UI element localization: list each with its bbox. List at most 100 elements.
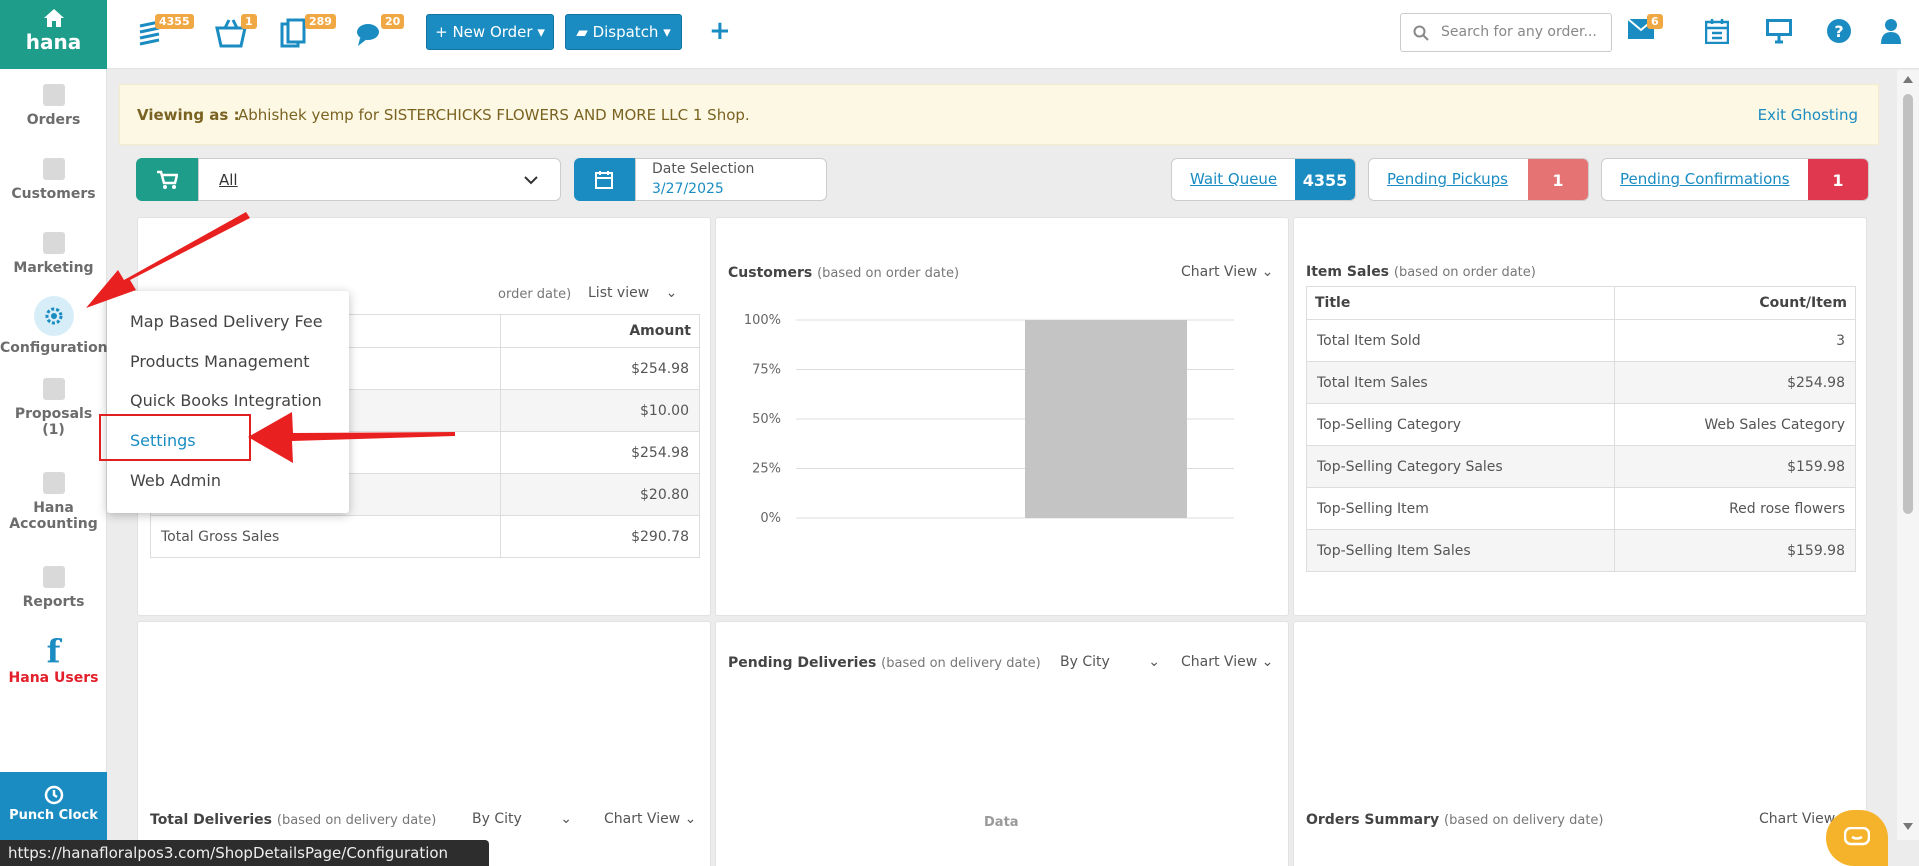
pending-confirmations-count: 1 [1808,159,1868,200]
vertical-scrollbar[interactable] [1897,70,1919,840]
table-row: Top-Selling Item Sales $159.98 [1305,529,1856,572]
exit-ghosting-link[interactable]: Exit Ghosting [1758,106,1858,124]
amount-header: Amount [500,314,700,348]
filter-label: By City [1060,654,1110,670]
sidebar-item-label: Marketing [13,260,94,276]
customers-view-label: Chart View [1181,264,1258,280]
menu-item-products-management[interactable]: Products Management [130,352,310,371]
documents-badge: 289 [305,14,336,29]
table-row: Total Gross Sales $290.78 [149,515,700,558]
pending-pickups-count: 1 [1528,159,1588,200]
sidebar-item-customers[interactable]: Customers [0,158,107,202]
chevron-down-icon: ⌄ [560,811,572,827]
sidebar-item-hana-users[interactable]: f Hana Users [0,635,107,686]
menu-item-web-admin[interactable]: Web Admin [130,471,221,490]
orders-summary-card: Orders Summary (based on delivery date) … [1293,621,1867,866]
sidebar-item-sublabel: Accounting [9,516,98,532]
customers-card: Customers (based on order date) Chart Vi… [715,217,1289,616]
shop-select[interactable]: All [198,158,561,201]
new-order-button[interactable]: + New Order ▾ [426,14,554,50]
item-sales-card: Item Sales (based on order date) Title Co… [1293,217,1867,616]
cart-button[interactable]: 1 [215,14,257,52]
y-tick-label: 75% [752,363,781,378]
menu-item-quick-books-integration[interactable]: Quick Books Integration [130,391,322,410]
pending-pickups-button[interactable]: Pending Pickups 1 [1368,158,1589,201]
dispatch-button[interactable]: ▰ Dispatch ▾ [565,14,682,50]
row-value: Web Sales Category [1614,403,1856,446]
top-bar: 4355 1 289 20 + New Order ▾ ▰ Dispatch ▾… [107,0,1919,69]
sidebar-item-reports[interactable]: Reports [0,566,107,610]
sales-view-dropdown[interactable]: List view ⌄ [588,285,677,301]
row-title: Top-Selling Item Sales [1305,529,1616,572]
logo-home-link[interactable]: hana [0,0,107,69]
chevron-down-icon: ⌄ [1261,264,1274,280]
wait-queue-button[interactable]: Wait Queue 4355 [1171,158,1356,201]
customers-title: Customers (based on order date) [728,265,960,281]
add-icon[interactable]: + [709,16,731,46]
monitor-button[interactable] [1765,18,1799,52]
total-gross-sales-value: $290.78 [500,515,700,558]
item-sales-table: Title Count/Item Total Item Sold 3 Total I… [1305,286,1856,572]
status-bar-url: https://hanafloralpos3.com/ShopDetailsPa… [0,840,489,866]
documents-button[interactable]: 289 [279,14,336,52]
count-header: Count/Item [1614,286,1856,320]
search-input[interactable]: Search for any order... [1400,13,1612,52]
filter-label: By City [472,811,522,827]
table-row: Total Item Sales $254.98 [1305,361,1856,404]
row-value: $159.98 [1614,445,1856,488]
sidebar-item-sublabel: (1) [42,422,65,438]
calendar-button[interactable] [1704,18,1739,52]
customers-icon [42,158,65,180]
sidebar-item-marketing[interactable]: Marketing [0,232,107,276]
table-row: Top-Selling Category Sales $159.98 [1305,445,1856,488]
pending-deliveries-view[interactable]: Chart View ⌄ [1181,654,1273,670]
chevron-down-icon: ⌄ [1148,654,1160,670]
bar[interactable] [1025,320,1187,518]
scroll-up-icon[interactable] [1902,74,1914,84]
home-icon [0,8,107,32]
empty-data-label: Data [984,815,1019,830]
chevron-down-icon: ⌄ [684,811,697,827]
amount-cell: $254.98 [500,431,700,474]
user-button[interactable] [1880,18,1914,52]
chat-icon [1844,827,1870,846]
sidebar-item-configuration[interactable]: Configuration [0,296,108,356]
total-deliveries-filter[interactable]: By City ⌄ [472,811,572,827]
mail-button[interactable]: 6 [1627,14,1663,52]
sidebar-item-orders[interactable]: Orders [0,84,107,128]
scrollbar-thumb[interactable] [1903,94,1913,514]
orders-summary-view[interactable]: Chart View [1759,811,1835,827]
sidebar-item-hana-accounting[interactable]: Hana Accounting [0,472,107,532]
customers-view-dropdown[interactable]: Chart View ⌄ [1181,264,1273,280]
table-row: Top-Selling Item Red rose flowers [1305,487,1856,530]
date-selection-value: 3/27/2025 [652,181,724,197]
scroll-down-icon[interactable] [1902,822,1914,832]
user-icon [1881,19,1901,44]
sidebar-item-label: Customers [11,186,96,202]
punch-clock-button[interactable]: Punch Clock [0,772,107,840]
truck-icon: ▰ [576,23,593,41]
sidebar-item-label: Hana [33,500,74,516]
row-title: Total Item Sales [1305,361,1616,404]
pending-confirmations-button[interactable]: Pending Confirmations 1 [1601,158,1869,201]
pending-deliveries-filter[interactable]: By City ⌄ [1060,654,1160,670]
orders-badge: 4355 [155,14,194,29]
orders-stack-button[interactable]: 4355 [137,14,194,52]
row-value: $159.98 [1614,529,1856,572]
date-picker-button[interactable] [574,158,635,201]
help-button[interactable]: ? [1826,18,1860,52]
shop-filter-button[interactable] [136,158,198,201]
sidebar-item-label: Orders [26,112,81,128]
sidebar-item-proposals[interactable]: Proposals (1) [0,378,107,438]
view-label: Chart View [1181,654,1258,670]
chat-widget-button[interactable] [1826,810,1888,866]
menu-item-map-based-delivery-fee[interactable]: Map Based Delivery Fee [130,312,323,331]
messages-button[interactable]: 20 [355,14,405,52]
punch-clock-label: Punch Clock [9,808,98,823]
total-deliveries-view[interactable]: Chart View ⌄ [604,811,696,827]
date-selection-field[interactable]: Date Selection 3/27/2025 [635,158,827,201]
table-row: Total Item Sold 3 [1305,319,1856,362]
proposals-icon [42,378,65,400]
row-title: Top-Selling Category [1305,403,1616,446]
date-selection-title: Date Selection [652,161,755,177]
